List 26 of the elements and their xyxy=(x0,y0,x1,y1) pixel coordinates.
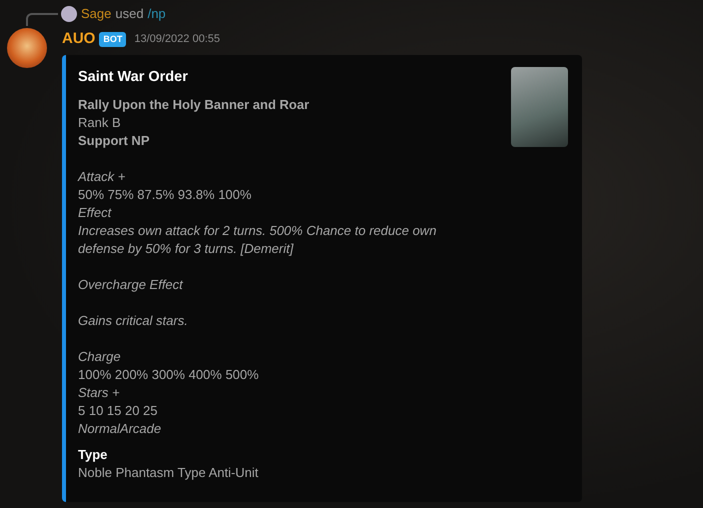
embed-text: 5 10 15 20 25 xyxy=(78,402,159,420)
embed-text: Stars + xyxy=(78,384,121,402)
embed-text: Overcharge Effect xyxy=(78,276,184,294)
embed-text: Rally Upon the Holy Banner and Roar xyxy=(78,96,310,114)
embed-text: 100% 200% 300% 400% 500% xyxy=(78,366,260,384)
reply-connector-line xyxy=(26,13,58,26)
embed-text: Attack + xyxy=(78,168,126,186)
reply-action-text: used xyxy=(115,5,144,24)
embed-text: Effect xyxy=(78,204,113,222)
embed-text: 50% 75% 87.5% 93.8% 100% xyxy=(78,186,252,204)
embed-text: Charge xyxy=(78,348,122,366)
author-name[interactable]: AUO xyxy=(62,28,96,50)
command-link[interactable]: /np xyxy=(148,4,166,24)
embed-text: Rank B xyxy=(78,114,122,132)
field-name: Type xyxy=(78,446,108,464)
field-value: Noble Phantasm Type Anti-Unit xyxy=(78,464,260,482)
bot-tag: BOT xyxy=(99,32,126,47)
timestamp: 13/09/2022 00:55 xyxy=(134,32,220,47)
embed-text: NormalArcade xyxy=(78,420,162,438)
bot-avatar[interactable] xyxy=(7,28,47,68)
user-avatar[interactable] xyxy=(61,6,77,22)
embed-text: Increases own attack for 2 turns. 500% Chance to reduce own defense by 50% for 3 turns. [Demerit] xyxy=(78,222,438,258)
embed-text: Gains critical stars. xyxy=(78,312,189,330)
embed-text: Support NP xyxy=(78,132,150,150)
embed-title: Saint War Order xyxy=(78,68,189,86)
reply-username[interactable]: Sage xyxy=(81,4,112,24)
